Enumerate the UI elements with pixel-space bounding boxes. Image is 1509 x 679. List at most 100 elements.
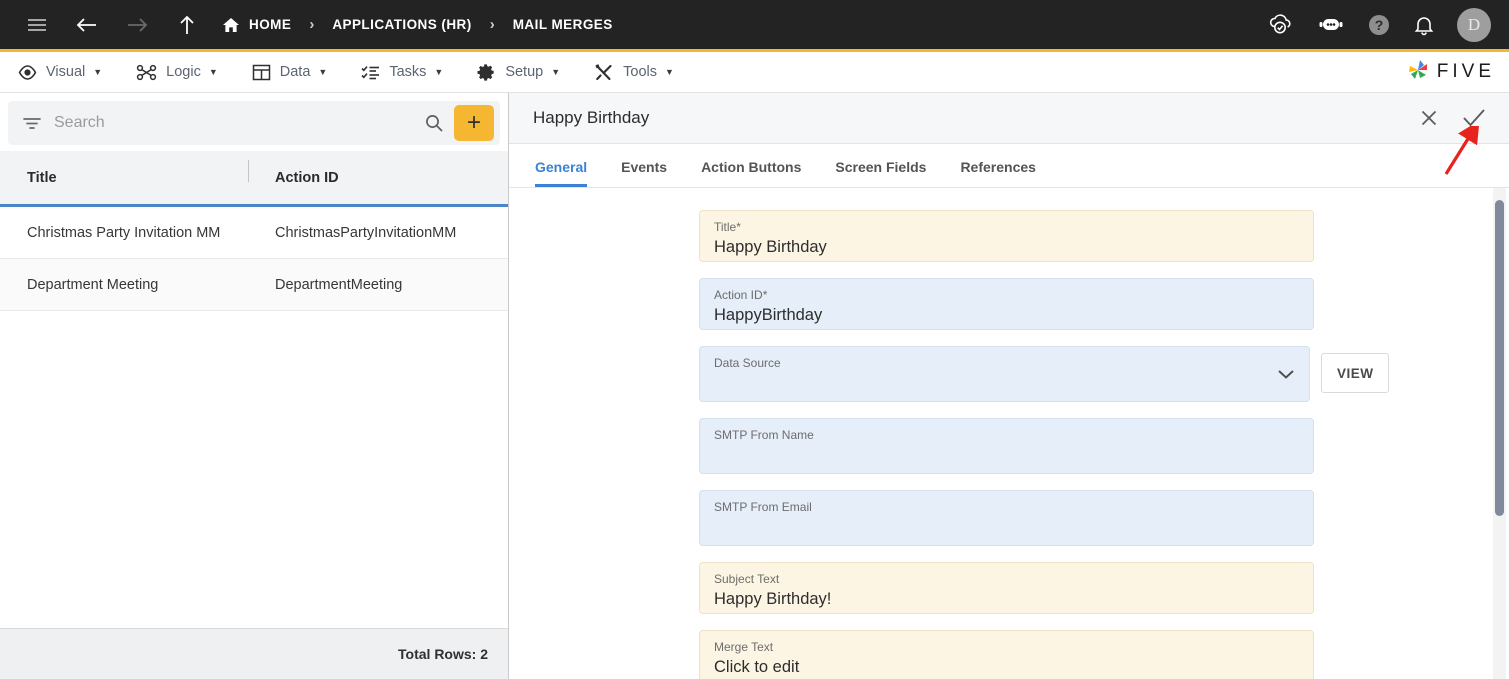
form-fields-column: Title* Happy Birthday Action ID* HappyBi…	[699, 210, 1389, 679]
cloud-check-icon[interactable]	[1267, 13, 1295, 37]
menu-item-setup[interactable]: Setup ▼	[477, 63, 560, 82]
filter-icon[interactable]	[22, 116, 42, 130]
tab-action-buttons[interactable]: Action Buttons	[701, 159, 801, 187]
menu-item-logic[interactable]: Logic ▼	[136, 64, 218, 81]
chevron-down-icon: ▼	[318, 67, 328, 77]
field-label-subject-text: Subject Text	[714, 572, 780, 586]
field-row-subject-text: Subject Text Happy Birthday!	[699, 562, 1389, 614]
checklist-icon	[361, 64, 380, 81]
tab-screen-fields[interactable]: Screen Fields	[835, 159, 926, 187]
field-row-title: Title* Happy Birthday	[699, 210, 1389, 262]
table-row[interactable]: Christmas Party Invitation MM ChristmasP…	[0, 207, 508, 259]
topbar-actions: ? D	[1267, 7, 1491, 42]
field-action-id[interactable]: Action ID* HappyBirthday	[699, 278, 1314, 330]
field-row-smtp-from-email: SMTP From Email	[699, 490, 1389, 546]
chevron-down-icon: ▼	[208, 67, 218, 77]
breadcrumb: HOME › APPLICATIONS (HR) › MAIL MERGES	[222, 16, 613, 34]
five-logo: FIVE	[1406, 58, 1495, 87]
menu-label-data: Data	[279, 64, 311, 80]
logic-nodes-icon	[136, 64, 157, 81]
field-label-merge-text: Merge Text	[714, 640, 774, 654]
check-icon[interactable]	[1461, 107, 1487, 129]
field-value-merge-text: Click to edit	[714, 658, 800, 676]
field-merge-text[interactable]: Merge Text Click to edit	[699, 630, 1314, 679]
tab-events[interactable]: Events	[621, 159, 667, 187]
chevron-down-icon: ▼	[434, 67, 444, 77]
breadcrumb-label-mail-merges: MAIL MERGES	[512, 17, 613, 32]
search-icon[interactable]	[424, 113, 444, 133]
table-grid-icon	[252, 64, 271, 81]
form-scroll-area: Title* Happy Birthday Action ID* HappyBi…	[509, 188, 1509, 679]
table-header-row: Title Action ID	[0, 151, 508, 207]
field-smtp-from-email[interactable]: SMTP From Email	[699, 490, 1314, 546]
chevron-down-icon: ▼	[665, 67, 674, 77]
column-header-title[interactable]: Title	[0, 170, 248, 186]
field-label-data-source: Data Source	[714, 356, 781, 370]
field-value-subject-text: Happy Birthday!	[714, 590, 832, 608]
field-data-source[interactable]: Data Source	[699, 346, 1311, 402]
menu-item-tools[interactable]: Tools ▼	[594, 63, 674, 82]
form-tabs: General Events Action Buttons Screen Fie…	[509, 144, 1509, 188]
cell-action-id: DepartmentMeeting	[275, 276, 403, 293]
home-icon	[222, 16, 240, 34]
hamburger-icon[interactable]	[22, 10, 52, 40]
breadcrumb-item-mail-merges[interactable]: MAIL MERGES	[513, 17, 613, 32]
chevron-down-icon[interactable]	[1277, 368, 1295, 380]
search-input[interactable]	[54, 114, 424, 132]
view-data-source-button[interactable]: VIEW	[1321, 353, 1389, 393]
label-text: Title	[714, 220, 737, 234]
form-header-actions	[1419, 107, 1487, 129]
field-label-smtp-from-email: SMTP From Email	[714, 500, 812, 514]
tab-general[interactable]: General	[535, 159, 588, 187]
robot-chat-icon[interactable]	[1317, 14, 1345, 36]
field-value-smtp-from-name	[714, 443, 1299, 465]
field-title[interactable]: Title* Happy Birthday	[699, 210, 1314, 262]
scrollbar-thumb[interactable]	[1495, 200, 1504, 516]
menu-label-visual: Visual	[46, 64, 86, 80]
tab-references[interactable]: References	[960, 159, 1036, 187]
forward-arrow-icon[interactable]	[122, 10, 152, 40]
back-arrow-icon[interactable]	[72, 10, 102, 40]
field-subject-text[interactable]: Subject Text Happy Birthday!	[699, 562, 1314, 614]
five-logo-text: FIVE	[1436, 61, 1495, 82]
menu-label-setup: Setup	[505, 64, 544, 80]
table-empty-area	[0, 311, 508, 629]
cell-action-id: ChristmasPartyInvitationMM	[275, 224, 457, 241]
page-title: Happy Birthday	[533, 108, 650, 127]
breadcrumb-item-home[interactable]: HOME	[222, 16, 291, 34]
form-vertical-scrollbar[interactable]	[1493, 188, 1506, 679]
help-icon[interactable]: ?	[1367, 13, 1391, 37]
field-row-action-id: Action ID* HappyBirthday	[699, 278, 1389, 330]
menu-label-logic: Logic	[166, 64, 201, 80]
records-list-panel: + Title Action ID Christmas Party Invita…	[0, 93, 509, 679]
breadcrumb-separator: ›	[309, 16, 315, 33]
field-value-smtp-from-email	[714, 515, 1299, 537]
menu-label-tools: Tools	[623, 64, 657, 80]
menu-item-visual[interactable]: Visual ▼	[18, 64, 102, 80]
form-header: Happy Birthday	[509, 93, 1509, 144]
chevron-down-icon: ▼	[551, 67, 561, 77]
records-table: Title Action ID Christmas Party Invitati…	[0, 151, 508, 629]
breadcrumb-label-home: HOME	[249, 17, 292, 32]
up-arrow-icon[interactable]	[172, 10, 202, 40]
table-row[interactable]: Department Meeting DepartmentMeeting	[0, 259, 508, 311]
field-row-smtp-from-name: SMTP From Name	[699, 418, 1389, 474]
breadcrumb-item-applications[interactable]: APPLICATIONS (HR)	[332, 17, 471, 32]
svg-text:?: ?	[1375, 17, 1384, 33]
required-marker: *	[736, 220, 741, 234]
breadcrumb-separator: ›	[489, 16, 495, 33]
column-header-action-id[interactable]: Action ID	[248, 159, 508, 186]
field-value-data-source	[714, 371, 1295, 401]
top-navigation-bar: HOME › APPLICATIONS (HR) › MAIL MERGES ?	[0, 0, 1509, 52]
menu-item-data[interactable]: Data ▼	[252, 64, 328, 81]
close-icon[interactable]	[1419, 108, 1439, 128]
cell-title: Christmas Party Invitation MM	[27, 224, 221, 241]
required-marker: *	[762, 288, 768, 302]
field-smtp-from-name[interactable]: SMTP From Name	[699, 418, 1314, 474]
menu-item-tasks[interactable]: Tasks ▼	[361, 64, 443, 81]
avatar[interactable]: D	[1457, 7, 1491, 42]
field-row-data-source: Data Source VIEW	[699, 346, 1389, 402]
add-record-button[interactable]: +	[454, 105, 494, 141]
bell-icon[interactable]	[1413, 13, 1435, 37]
field-row-merge-text: Merge Text Click to edit	[699, 630, 1389, 679]
